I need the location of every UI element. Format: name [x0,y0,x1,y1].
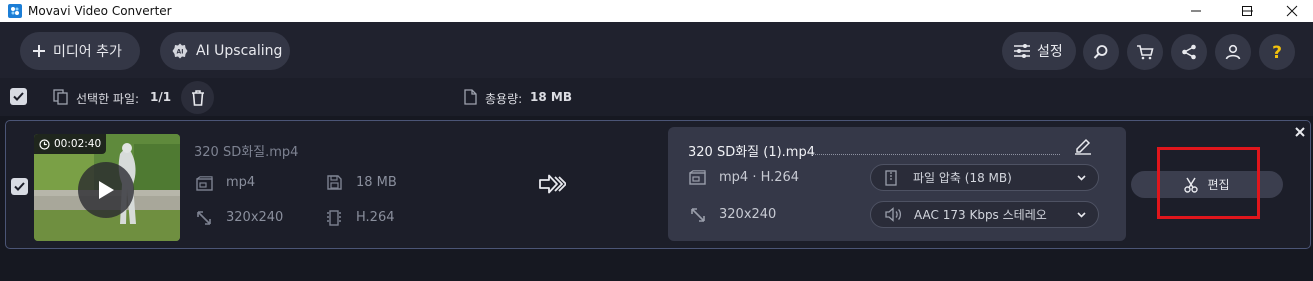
video-format-icon [689,170,706,185]
output-panel: 320 SD화질 (1).mp4 mp4 · H.264 320x240 파일 … [668,127,1126,241]
svg-text:?: ? [1272,43,1282,61]
video-thumbnail[interactable]: 00:02:40 [34,134,180,241]
video-format-icon [196,176,213,191]
share-icon [1182,44,1196,60]
share-button[interactable] [1171,34,1207,70]
save-icon [327,175,342,190]
source-codec: H.264 [356,210,395,225]
total-size-value: 18 MB [530,90,572,104]
select-all-checkbox[interactable] [10,88,27,105]
compression-value: 파일 압축 (18 MB) [913,171,1012,185]
selected-files-count: 1/1 [150,90,172,104]
user-icon [1225,44,1241,60]
title-bar: Movavi Video Converter [0,0,1313,22]
checkbox-icon [14,182,25,191]
pencil-icon[interactable] [1074,137,1092,155]
compress-icon [885,169,897,186]
sliders-icon [1014,44,1030,58]
files-icon [53,89,68,105]
convert-arrow-icon [539,174,566,194]
delete-button[interactable] [181,81,214,114]
source-size: 18 MB [356,175,397,190]
highlight-box [1157,147,1260,219]
app-icon [8,4,22,18]
plus-icon [33,45,45,57]
selected-files-label: 선택한 파일: [76,92,140,106]
ai-upscaling-button[interactable]: AI AI Upscaling [160,32,290,70]
cart-icon [1137,45,1154,60]
minimize-icon [1191,10,1201,12]
play-icon [99,181,114,199]
close-icon [1286,5,1298,17]
output-resolution: 320x240 [719,207,777,222]
checkbox-icon [13,92,24,101]
help-button[interactable]: ? [1259,34,1295,70]
remove-item-icon[interactable] [1293,125,1307,139]
output-format-codec: mp4 · H.264 [719,170,800,185]
file-item: 00:02:40 320 SD화질.mp4 mp4 18 MB 320x240 … [5,120,1311,249]
output-filename[interactable]: 320 SD화질 (1).mp4 [688,141,815,160]
filename-dotted-line [812,154,1060,155]
source-filename: 320 SD화질.mp4 [194,145,299,160]
codec-icon [327,210,341,226]
svg-text:AI: AI [177,49,184,56]
chevron-down-icon [1077,175,1086,181]
audio-value: AAC 173 Kbps 스테레오 [914,208,1047,222]
settings-label: 설정 [1037,44,1063,60]
window-title: Movavi Video Converter [28,4,172,18]
cart-button[interactable] [1127,34,1163,70]
audio-icon [885,207,902,222]
file-icon [464,89,477,105]
compression-dropdown[interactable]: 파일 압축 (18 MB) [870,164,1099,191]
maximize-icon [1242,6,1252,16]
source-format: mp4 [226,175,256,190]
total-size-label: 총용량: [485,92,523,106]
source-resolution: 320x240 [226,210,284,225]
ai-upscaling-label: AI Upscaling [196,43,283,59]
account-button[interactable] [1215,34,1251,70]
search-button[interactable] [1083,34,1119,70]
help-icon: ? [1272,43,1282,61]
add-media-label: 미디어 추가 [53,44,122,60]
ai-chip-icon: AI [172,43,188,59]
clock-icon [39,138,50,150]
minimize-button-2[interactable] [1176,0,1216,22]
maximize-button[interactable] [1227,0,1267,22]
add-media-button[interactable]: 미디어 추가 [20,32,140,70]
chevron-down-icon [1077,212,1086,218]
selection-bar: 선택한 파일: 1/1 총용량: 18 MB [0,78,1313,116]
item-checkbox[interactable] [11,178,28,195]
close-window-button[interactable] [1272,0,1312,22]
duration-badge: 00:02:40 [34,134,106,154]
resize-icon [197,211,211,225]
trash-icon [191,89,204,106]
audio-dropdown[interactable]: AAC 173 Kbps 스테레오 [870,201,1099,228]
duration-text: 00:02:40 [54,138,102,150]
play-button[interactable] [78,162,134,218]
settings-button[interactable]: 설정 [1002,32,1076,70]
resize-icon [691,208,705,222]
search-icon [1093,45,1108,59]
main-toolbar: 미디어 추가 AI AI Upscaling 설정 ? [0,22,1313,78]
